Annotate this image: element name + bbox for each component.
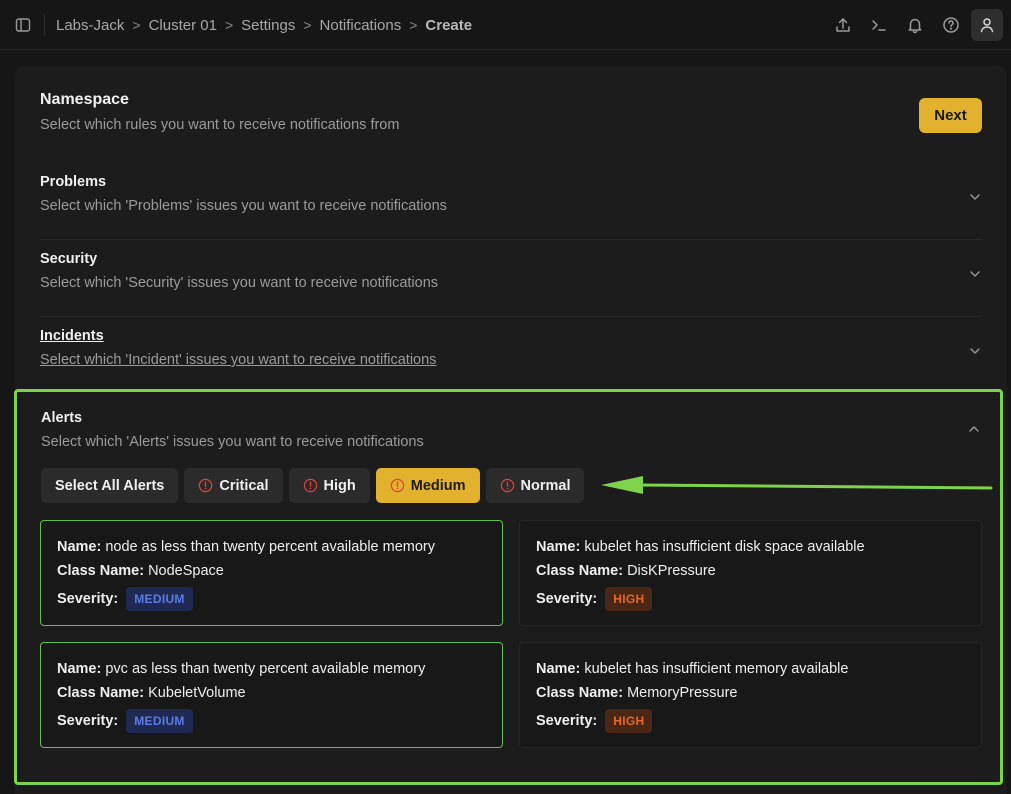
notification-panel: Namespace Select which rules you want to… bbox=[14, 66, 1007, 794]
field-label: Severity: bbox=[536, 591, 598, 607]
section-incidents[interactable]: Incidents Select which 'Incident' issues… bbox=[40, 317, 982, 394]
section-security[interactable]: Security Select which 'Security' issues … bbox=[40, 240, 982, 317]
field-label: Severity: bbox=[57, 713, 119, 729]
filter-high-button[interactable]: High bbox=[288, 468, 370, 503]
field-label: Class Name: bbox=[57, 563, 145, 579]
field-label: Name: bbox=[536, 661, 581, 677]
chevron-up-icon[interactable] bbox=[967, 422, 981, 436]
help-icon[interactable] bbox=[935, 9, 967, 41]
card-severity-row: Severity: MEDIUM bbox=[57, 709, 193, 733]
breadcrumb-separator: > bbox=[132, 17, 141, 33]
next-button[interactable]: Next bbox=[919, 98, 982, 133]
breadcrumb-labs-jack[interactable]: Labs-Jack bbox=[56, 17, 124, 34]
breadcrumb-cluster[interactable]: Cluster 01 bbox=[149, 17, 217, 34]
section-title: Problems bbox=[40, 174, 107, 190]
select-all-alerts-button[interactable]: Select All Alerts bbox=[41, 468, 179, 503]
card-class-row: Class Name: KubeletVolume bbox=[57, 685, 246, 701]
breadcrumb-current: Create bbox=[425, 16, 473, 34]
filter-label: Medium bbox=[410, 477, 466, 494]
section-title: Incidents bbox=[40, 328, 104, 344]
alert-class-name: MemoryPressure bbox=[627, 685, 738, 701]
alert-name: node as less than twenty percent availab… bbox=[105, 539, 436, 555]
field-label: Name: bbox=[536, 539, 581, 555]
severity-badge: HIGH bbox=[605, 709, 653, 733]
severity-badge: HIGH bbox=[605, 587, 653, 611]
alert-name: kubelet has insufficient disk space avai… bbox=[584, 539, 865, 555]
chevron-down-icon[interactable] bbox=[968, 344, 982, 358]
header-actions bbox=[827, 9, 1003, 41]
field-label: Severity: bbox=[536, 713, 598, 729]
filter-label: High bbox=[323, 477, 356, 494]
card-class-row: Class Name: DisKPressure bbox=[536, 563, 716, 579]
filter-label: Normal bbox=[520, 477, 571, 494]
alert-class-name: DisKPressure bbox=[627, 563, 716, 579]
topbar-divider bbox=[44, 14, 45, 36]
card-name-row: Name: pvc as less than twenty percent av… bbox=[57, 661, 425, 677]
alert-card[interactable]: Name: pvc as less than twenty percent av… bbox=[40, 642, 503, 748]
alert-circle-icon bbox=[390, 478, 404, 493]
section-problems[interactable]: Problems Select which 'Problems' issues … bbox=[40, 163, 982, 240]
alert-circle-icon bbox=[303, 478, 317, 493]
breadcrumb-settings[interactable]: Settings bbox=[241, 17, 295, 34]
card-severity-row: Severity: HIGH bbox=[536, 587, 653, 611]
breadcrumb: Labs-Jack > Cluster 01 > Settings > Noti… bbox=[56, 0, 472, 50]
field-label: Name: bbox=[57, 539, 102, 555]
alert-circle-icon bbox=[500, 478, 514, 493]
severity-badge: MEDIUM bbox=[126, 709, 193, 733]
section-subtitle: Select which 'Alerts' issues you want to… bbox=[41, 434, 424, 450]
alert-card[interactable]: Name: node as less than twenty percent a… bbox=[40, 520, 503, 626]
filter-critical-button[interactable]: Critical bbox=[184, 468, 283, 503]
section-title: Security bbox=[40, 251, 98, 267]
breadcrumb-notifications[interactable]: Notifications bbox=[320, 17, 402, 34]
alert-name: pvc as less than twenty percent availabl… bbox=[105, 661, 426, 677]
green-arrow-annotation bbox=[601, 476, 993, 494]
card-name-row: Name: kubelet has insufficient disk spac… bbox=[536, 539, 865, 555]
card-severity-row: Severity: HIGH bbox=[536, 709, 653, 733]
field-label: Name: bbox=[57, 661, 102, 677]
card-name-row: Name: node as less than twenty percent a… bbox=[57, 539, 435, 555]
bell-icon[interactable] bbox=[899, 9, 931, 41]
sidebar-toggle-icon[interactable] bbox=[14, 16, 32, 34]
field-label: Class Name: bbox=[536, 685, 624, 701]
field-label: Class Name: bbox=[57, 685, 145, 701]
severity-filters: Select All Alerts Critical High Medium N… bbox=[41, 468, 585, 503]
alert-card[interactable]: Name: kubelet has insufficient memory av… bbox=[519, 642, 982, 748]
filter-label: Critical bbox=[219, 477, 269, 494]
card-name-row: Name: kubelet has insufficient memory av… bbox=[536, 661, 848, 677]
section-subtitle: Select which 'Security' issues you want … bbox=[40, 275, 439, 291]
card-severity-row: Severity: MEDIUM bbox=[57, 587, 193, 611]
breadcrumb-separator: > bbox=[303, 17, 312, 33]
upload-icon[interactable] bbox=[827, 9, 859, 41]
namespace-title: Namespace bbox=[40, 91, 129, 108]
section-title: Alerts bbox=[41, 410, 83, 426]
terminal-icon[interactable] bbox=[863, 9, 895, 41]
chevron-down-icon[interactable] bbox=[968, 190, 982, 204]
section-subtitle: Select which 'Incident' issues you want … bbox=[40, 352, 437, 368]
section-alerts: Alerts Select which 'Alerts' issues you … bbox=[14, 389, 1003, 785]
alert-card[interactable]: Name: kubelet has insufficient disk spac… bbox=[519, 520, 982, 626]
card-class-row: Class Name: NodeSpace bbox=[57, 563, 224, 579]
alert-class-name: KubeletVolume bbox=[148, 685, 246, 701]
filter-medium-button[interactable]: Medium bbox=[375, 468, 480, 503]
card-class-row: Class Name: MemoryPressure bbox=[536, 685, 737, 701]
alert-name: kubelet has insufficient memory availabl… bbox=[584, 661, 849, 677]
severity-badge: MEDIUM bbox=[126, 587, 193, 611]
alert-circle-icon bbox=[199, 478, 213, 493]
top-bar: Labs-Jack > Cluster 01 > Settings > Noti… bbox=[0, 0, 1011, 50]
section-subtitle: Select which 'Problems' issues you want … bbox=[40, 198, 447, 214]
chevron-down-icon[interactable] bbox=[968, 267, 982, 281]
alert-class-name: NodeSpace bbox=[148, 563, 224, 579]
select-all-label: Select All Alerts bbox=[55, 477, 165, 494]
field-label: Severity: bbox=[57, 591, 119, 607]
breadcrumb-separator: > bbox=[409, 17, 418, 33]
namespace-subtitle: Select which rules you want to receive n… bbox=[40, 117, 400, 133]
user-icon[interactable] bbox=[971, 9, 1003, 41]
breadcrumb-separator: > bbox=[224, 17, 234, 33]
filter-normal-button[interactable]: Normal bbox=[485, 468, 585, 503]
field-label: Class Name: bbox=[536, 563, 624, 579]
